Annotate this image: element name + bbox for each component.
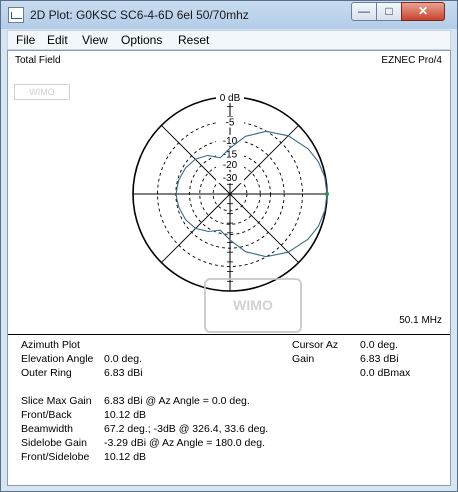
ring-label: -10 xyxy=(223,136,238,147)
ring-label: 0 dB xyxy=(220,93,241,104)
menu-file[interactable]: File xyxy=(16,33,35,47)
watermark-small: WIMO xyxy=(14,84,70,100)
gain-label: Gain xyxy=(292,353,315,365)
slice-max-gain-label: Slice Max Gain xyxy=(21,395,92,407)
gain-value: 6.83 dBi xyxy=(360,353,399,365)
cursor-az-label: Cursor Az xyxy=(292,339,339,351)
menu-edit[interactable]: Edit xyxy=(47,33,68,47)
ring-label: -5 xyxy=(226,118,235,129)
outer-ring-label: Outer Ring xyxy=(21,367,72,379)
elevation-angle-value: 0.0 deg. xyxy=(104,353,142,365)
cursor-az-value: 0.0 deg. xyxy=(360,339,398,351)
cursor-marker xyxy=(325,192,329,196)
slice-max-gain-value: 6.83 dBi @ Az Angle = 0.0 deg. xyxy=(104,395,250,407)
title-bar[interactable]: 2D Plot: G0KSC SC6-4-6D 6el 50/70mhz — □… xyxy=(1,1,457,29)
sidelobe-gain-value: -3.29 dBi @ Az Angle = 180.0 deg. xyxy=(104,437,265,449)
azimuth-plot-label: Azimuth Plot xyxy=(21,339,80,351)
front-sidelobe-label: Front/Sidelobe xyxy=(21,451,90,463)
ring-label: -20 xyxy=(223,160,238,171)
menu-bar: File Edit View Options Reset xyxy=(7,30,451,50)
beamwidth-label: Beamwidth xyxy=(21,423,73,435)
outer-ring-value: 6.83 dBi xyxy=(104,367,143,379)
maximize-button[interactable]: □ xyxy=(376,2,402,21)
front-sidelobe-value: 10.12 dB xyxy=(104,451,147,463)
frequency-label: 50.1 MHz xyxy=(399,315,442,326)
watermark-logo: WIMO xyxy=(204,278,302,333)
client-area: 0 dB -5 -10 -15 -20 -30 Total Field EZNEC Pro… xyxy=(7,50,451,486)
app-icon[interactable] xyxy=(8,7,24,23)
front-back-value: 10.12 dB xyxy=(104,409,147,421)
polar-plot-area[interactable]: 0 dB -5 -10 -15 -20 -30 Total Field EZNEC Pro… xyxy=(8,51,450,333)
menu-options[interactable]: Options xyxy=(121,33,162,47)
program-label: EZNEC Pro/4 xyxy=(381,55,442,66)
minimize-button[interactable]: — xyxy=(351,2,377,21)
front-back-label: Front/Back xyxy=(21,409,72,421)
sidelobe-gain-label: Sidelobe Gain xyxy=(21,437,87,449)
close-button[interactable]: ✕ xyxy=(401,2,445,21)
beamwidth-value: 67.2 deg.; -3dB @ 326.4, 33.6 deg. xyxy=(104,423,269,435)
menu-view[interactable]: View xyxy=(82,33,108,47)
gain-dbmax-value: 0.0 dBmax xyxy=(360,367,411,379)
menu-reset[interactable]: Reset xyxy=(178,33,209,47)
divider xyxy=(8,334,450,335)
ring-label: -30 xyxy=(223,173,238,184)
info-panel: Azimuth Plot Elevation Angle 0.0 deg. Ou… xyxy=(8,337,450,485)
window-title: 2D Plot: G0KSC SC6-4-6D 6el 50/70mhz xyxy=(30,8,249,22)
elevation-angle-label: Elevation Angle xyxy=(21,353,94,365)
plot-window: 2D Plot: G0KSC SC6-4-6D 6el 50/70mhz — □… xyxy=(0,0,458,492)
field-label: Total Field xyxy=(15,55,61,66)
